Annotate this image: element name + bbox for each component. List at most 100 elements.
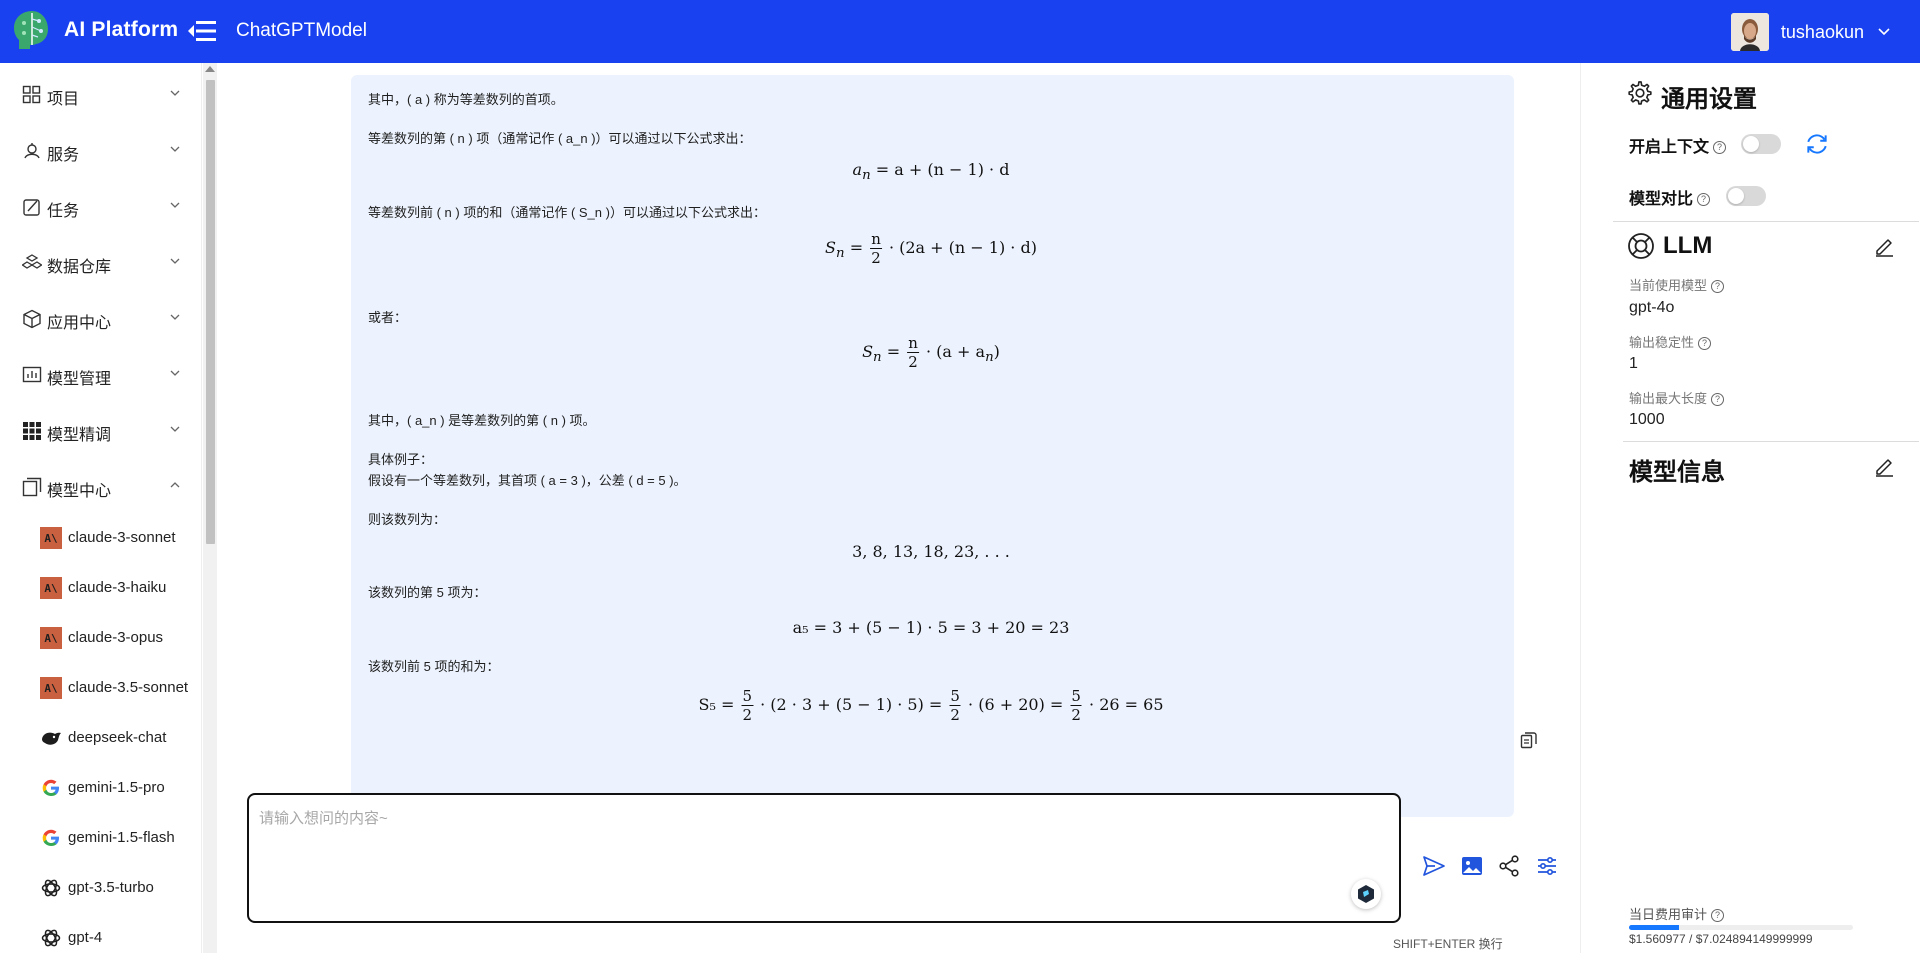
chat-area: 其中，( a ) 称为等差数列的首项。 等差数列的第 ( n ) 项（通常记作 …: [217, 63, 1580, 953]
sidebar-item-model-management[interactable]: 模型管理: [0, 354, 190, 394]
sidebar-item-label: 数据仓库: [47, 259, 112, 276]
sidebar-item-label: 应用中心: [47, 315, 112, 332]
fraction: 52: [741, 687, 754, 724]
chevron-down-icon: [170, 426, 180, 432]
cost-progress-bar: [1629, 925, 1853, 930]
message-text: 具体例子：: [368, 452, 434, 467]
fraction-denominator: 2: [871, 249, 881, 267]
message-text: 该数列前 5 项的和为：: [368, 659, 500, 674]
sidebar-item-model-center[interactable]: 模型中心: [0, 466, 190, 506]
sidebar-model-claude-3-haiku[interactable]: A\ claude-3-haiku: [0, 567, 190, 607]
sidebar-model-claude-3-5-sonnet[interactable]: A\ claude-3.5-sonnet: [0, 667, 190, 707]
formula-rhs: = a + (n − 1) · d: [870, 160, 1010, 179]
formula-fifth-sum: S₅ = 52 · (2 · 3 + (5 − 1) · 5) = 52 · (…: [698, 687, 1163, 724]
fraction-denominator: 2: [1071, 706, 1081, 724]
formula-part: · (6 + 20) =: [968, 695, 1064, 714]
sidebar-model-label: gpt-3.5-turbo: [68, 879, 154, 896]
copy-icon: [22, 477, 42, 497]
cost-progress-fill: [1629, 925, 1679, 930]
sidebar-item-model-finetune[interactable]: 模型精调: [0, 410, 190, 450]
formula-subscript: n: [873, 350, 882, 366]
image-upload-icon[interactable]: [1460, 854, 1484, 878]
formula-symbol: S: [825, 238, 837, 257]
assistant-message: 其中，( a ) 称为等差数列的首项。 等差数列的第 ( n ) 项（通常记作 …: [351, 75, 1514, 817]
fraction-denominator: 2: [950, 706, 960, 724]
google-icon: [42, 779, 59, 796]
edit-icon[interactable]: [1873, 455, 1895, 477]
daily-cost-label: 当日费用审计?: [1629, 904, 1725, 923]
sidebar-model-label: claude-3-sonnet: [68, 529, 176, 546]
help-icon[interactable]: ?: [1711, 280, 1725, 294]
chevron-down-icon[interactable]: [1878, 28, 1890, 36]
sidebar-item-app-center[interactable]: 应用中心: [0, 298, 190, 338]
formula-symbol: S: [862, 342, 874, 361]
compare-label: 模型对比?: [1629, 185, 1711, 209]
sidebar-model-gemini-1-5-pro[interactable]: gemini-1.5-pro: [0, 767, 190, 807]
sidebar-model-gpt-3-5-turbo[interactable]: gpt-3.5-turbo: [0, 867, 190, 907]
service-icon: [24, 143, 40, 159]
help-icon[interactable]: ?: [1697, 193, 1711, 207]
refresh-icon[interactable]: [1804, 131, 1830, 157]
sidebar-model-claude-3-opus[interactable]: A\ claude-3-opus: [0, 617, 190, 657]
sidebar-model-gpt-4[interactable]: gpt-4: [0, 917, 190, 953]
sidebar-item-label: 任务: [47, 203, 80, 220]
sidebar-model-label: gemini-1.5-flash: [68, 829, 175, 846]
help-icon[interactable]: ?: [1713, 141, 1727, 155]
current-model-value: gpt-4o: [1629, 299, 1675, 316]
sidebar-item-services[interactable]: 服务: [0, 130, 190, 170]
help-icon[interactable]: ?: [1711, 909, 1725, 923]
chevron-down-icon: [170, 90, 180, 96]
sidebar-item-projects[interactable]: 项目: [0, 74, 190, 114]
fraction-numerator: 5: [741, 687, 754, 706]
sidebar-model-label: claude-3.5-sonnet: [68, 679, 189, 696]
chevron-down-icon: [170, 202, 180, 208]
sidebar-model-deepseek-chat[interactable]: deepseek-chat: [0, 717, 190, 757]
sidebar-item-label: 模型中心: [47, 483, 112, 500]
settings-sliders-icon[interactable]: [1535, 854, 1559, 878]
deepseek-badge-icon: [1358, 885, 1374, 903]
sidebar-scroll-thumb[interactable]: [206, 80, 215, 544]
send-icon[interactable]: [1422, 854, 1446, 878]
formula-lhs: S₅ =: [698, 695, 735, 714]
context-toggle[interactable]: [1741, 134, 1781, 154]
task-icon: [23, 199, 40, 216]
cube-icon: [23, 309, 41, 329]
context-label-text: 开启上下文: [1629, 139, 1710, 156]
formula-subscript: n: [862, 168, 871, 184]
chat-input[interactable]: [249, 795, 1399, 921]
sidebar-item-data-warehouse[interactable]: 数据仓库: [0, 242, 190, 282]
user-menu[interactable]: tushaokun: [1730, 13, 1890, 51]
sidebar-item-label: 项目: [47, 91, 80, 108]
sidebar-model-claude-3-sonnet[interactable]: A\ claude-3-sonnet: [0, 517, 190, 557]
brain-logo-icon[interactable]: [8, 7, 56, 55]
anthropic-icon: A\: [40, 527, 62, 549]
help-icon[interactable]: ?: [1698, 337, 1712, 351]
gear-icon: [1628, 81, 1652, 105]
openai-icon: [41, 929, 61, 947]
model-info-title: 模型信息: [1629, 459, 1725, 486]
fraction: 52: [949, 687, 961, 724]
fraction: n2: [870, 230, 882, 267]
share-icon[interactable]: [1497, 854, 1521, 878]
sidebar-model-gemini-1-5-flash[interactable]: gemini-1.5-flash: [0, 817, 190, 857]
database-icon: [22, 254, 42, 269]
chat-input-box[interactable]: [247, 793, 1401, 923]
app-name: AI Platform: [64, 18, 179, 41]
scroll-up-arrow-icon[interactable]: [205, 66, 215, 72]
avatar[interactable]: [1730, 13, 1769, 51]
edit-icon[interactable]: [1873, 235, 1895, 257]
user-avatar-icon: [1730, 13, 1769, 51]
fraction: n2: [907, 334, 919, 371]
copy-message-icon[interactable]: [1520, 731, 1538, 749]
google-icon: [42, 829, 59, 846]
sidebar-item-tasks[interactable]: 任务: [0, 186, 190, 226]
menu-fold-icon[interactable]: [188, 20, 216, 42]
stability-label: 输出稳定性?: [1629, 332, 1712, 351]
sidebar: 项目 服务 任务 数据仓库 应用中心 模型管理 模型精调 模型中心 A\ cla…: [0, 63, 202, 953]
username[interactable]: tushaokun: [1781, 22, 1864, 43]
formula-part: · 26 = 65: [1089, 695, 1164, 714]
deepseek-model-button[interactable]: [1351, 879, 1381, 909]
grid-icon: [22, 85, 41, 104]
compare-toggle[interactable]: [1726, 186, 1766, 206]
help-icon[interactable]: ?: [1711, 393, 1725, 407]
